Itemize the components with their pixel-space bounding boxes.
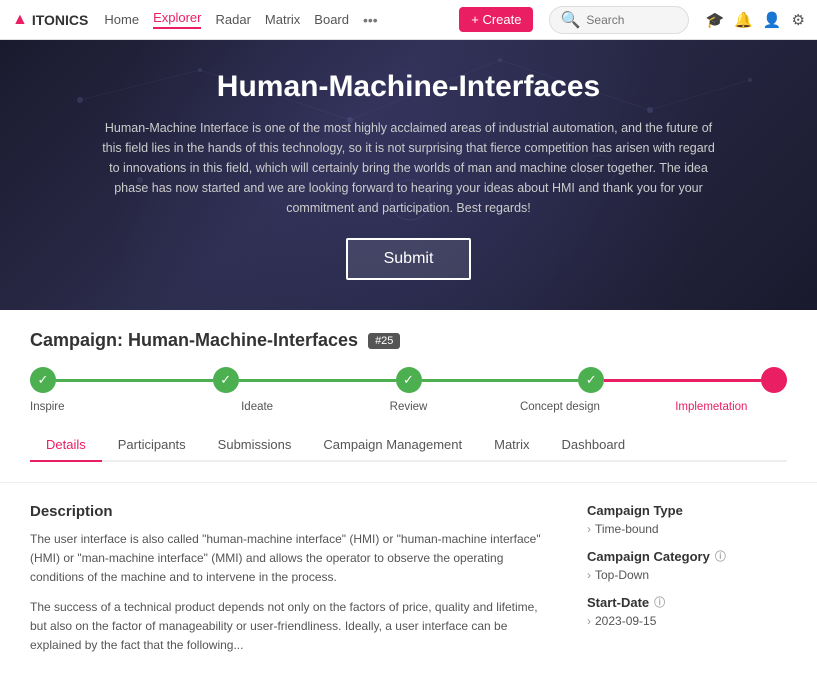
description-para1: The user interface is also called "human… [30,530,557,588]
campaign-info-sidebar: Campaign Type Time-bound Campaign Catego… [587,503,787,665]
campaign-title: Campaign: Human-Machine-Interfaces [30,330,358,351]
nav-home[interactable]: Home [104,12,139,27]
nav-board[interactable]: Board [314,12,349,27]
campaign-badge: #25 [368,333,400,349]
search-input[interactable] [586,13,678,27]
submit-button[interactable]: Submit [346,238,472,280]
avatar-icon[interactable]: 👤 [763,11,782,29]
app-name: ITONICS [32,12,89,28]
description-para2: The success of a technical product depen… [30,598,557,656]
tab-submissions[interactable]: Submissions [202,429,308,462]
connector-1 [56,379,213,382]
bell-icon[interactable]: 🔔 [734,11,753,29]
campaign-type-label: Campaign Type [587,503,787,518]
step-label-concept: Concept design [484,401,635,413]
app-logo[interactable]: ▲ ITONICS [12,11,88,29]
connector-3 [422,379,579,382]
navbar: ▲ ITONICS Home Explorer Radar Matrix Boa… [0,0,817,40]
campaign-header: Campaign: Human-Machine-Interfaces #25 [30,330,787,351]
tab-details[interactable]: Details [30,429,102,462]
create-button[interactable]: + Create [459,7,533,32]
main-content: Description The user interface is also c… [0,483,817,685]
start-date-label: Start-Date ⓘ [587,594,787,610]
campaign-type-value: Time-bound [587,522,787,536]
nav-radar[interactable]: Radar [215,12,250,27]
hero-description: Human-Machine Interface is one of the mo… [99,118,719,218]
tab-participants[interactable]: Participants [102,429,202,462]
campaign-section: Campaign: Human-Machine-Interfaces #25 ✓… [0,310,817,483]
description-section: Description The user interface is also c… [30,503,557,665]
connector-4 [604,379,761,382]
nav-explorer[interactable]: Explorer [153,10,201,29]
tab-campaign-management[interactable]: Campaign Management [307,429,478,462]
progress-bar: ✓ ✓ ✓ ✓ [30,367,787,393]
nav-more[interactable]: ••• [363,12,378,28]
start-date-value: 2023-09-15 [587,614,787,628]
description-heading: Description [30,503,557,520]
search-bar[interactable]: 🔍 [549,6,689,34]
campaign-category-label: Campaign Category ⓘ [587,548,787,564]
settings-icon[interactable]: ⚙ [792,11,805,29]
step-dot-inspire: ✓ [30,367,56,393]
connector-2 [239,379,396,382]
nav-links: Home Explorer Radar Matrix Board ••• [104,10,377,29]
tab-dashboard[interactable]: Dashboard [546,429,642,462]
graduation-cap-icon[interactable]: 🎓 [705,11,724,29]
step-label-implementation: Implemetation [636,401,787,413]
info-icon-category[interactable]: ⓘ [715,548,726,564]
search-icon: 🔍 [560,10,580,30]
step-dot-implementation [761,367,787,393]
step-label-review: Review [333,401,484,413]
nav-icons: 🎓 🔔 👤 ⚙ [705,11,805,29]
step-label-inspire: Inspire [30,401,181,413]
step-dot-concept: ✓ [578,367,604,393]
campaign-tabs: Details Participants Submissions Campaig… [30,429,787,462]
hero-section: Human-Machine-Interfaces Human-Machine I… [0,40,817,310]
step-dot-review: ✓ [396,367,422,393]
tab-matrix[interactable]: Matrix [478,429,545,462]
nav-matrix[interactable]: Matrix [265,12,300,27]
logo-icon: ▲ [12,11,28,29]
hero-title: Human-Machine-Interfaces [217,70,600,104]
step-label-ideate: Ideate [181,401,332,413]
campaign-category-value: Top-Down [587,568,787,582]
step-labels: Inspire Ideate Review Concept design Imp… [30,401,787,413]
step-dot-ideate: ✓ [213,367,239,393]
info-icon-startdate[interactable]: ⓘ [654,594,665,610]
